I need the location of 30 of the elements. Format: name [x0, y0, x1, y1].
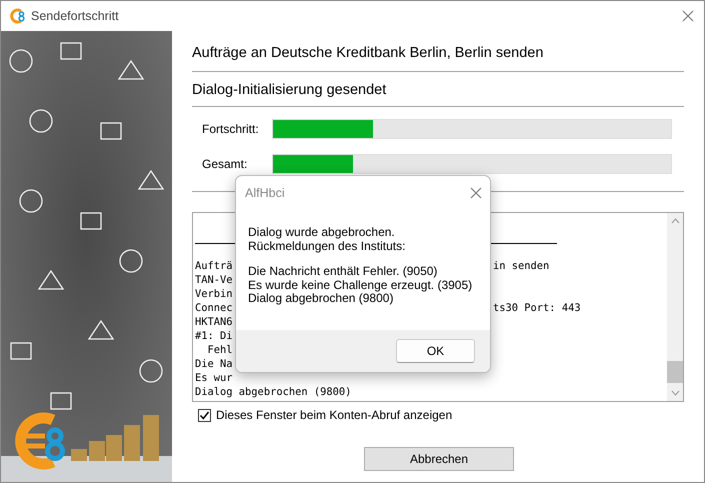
log-line: in senden [493, 259, 550, 273]
log-line: Es wur [195, 371, 233, 385]
app-logo-icon [10, 8, 26, 24]
checkbox-label[interactable]: Dieses Fenster beim Konten-Abruf anzeigen [216, 408, 452, 422]
log-line: Aufträ [195, 259, 233, 273]
log-line: Connec [195, 301, 233, 315]
log-line: TAN-Ve [195, 273, 233, 287]
progress-label: Gesamt: [202, 157, 248, 171]
log-line: Verbin [195, 287, 233, 301]
log-line: Dialog abgebrochen (9800) [195, 385, 352, 399]
close-icon[interactable] [682, 10, 694, 22]
window-title: Sendefortschritt [31, 9, 120, 23]
cancel-button[interactable]: Abbrechen [364, 447, 514, 471]
log-line: HKTAN6 [195, 315, 233, 329]
scrollbar[interactable] [667, 213, 683, 401]
log-line: Fehl [206, 343, 233, 357]
close-icon[interactable] [470, 187, 482, 199]
dialog-message: Dialog wurde abgebrochen. Rückmeldungen des Instituts: [248, 226, 406, 253]
log-line: #1: Di [195, 329, 233, 343]
status-text: Dialog-Initialisierung gesendet [192, 72, 684, 107]
logo-icon [15, 412, 67, 470]
heading: Aufträge an Deutsche Kreditbank Berlin, Berlin senden [192, 45, 684, 72]
dialog-title: AlfHbci [245, 186, 285, 200]
ok-button[interactable]: OK [396, 339, 475, 363]
log-line: ts30 Port: 443 [493, 301, 581, 315]
dialog-message: Die Nachricht enthält Fehler. (9050) Es wurde keine Challenge erzeugt. (3905) Dialog abgebrochen (9800) [248, 265, 474, 306]
progress-label: Fortschritt: [202, 122, 260, 136]
log-line: Die Na [195, 357, 233, 371]
scrollbar-thumb[interactable] [667, 361, 683, 383]
checkbox[interactable] [198, 408, 211, 422]
